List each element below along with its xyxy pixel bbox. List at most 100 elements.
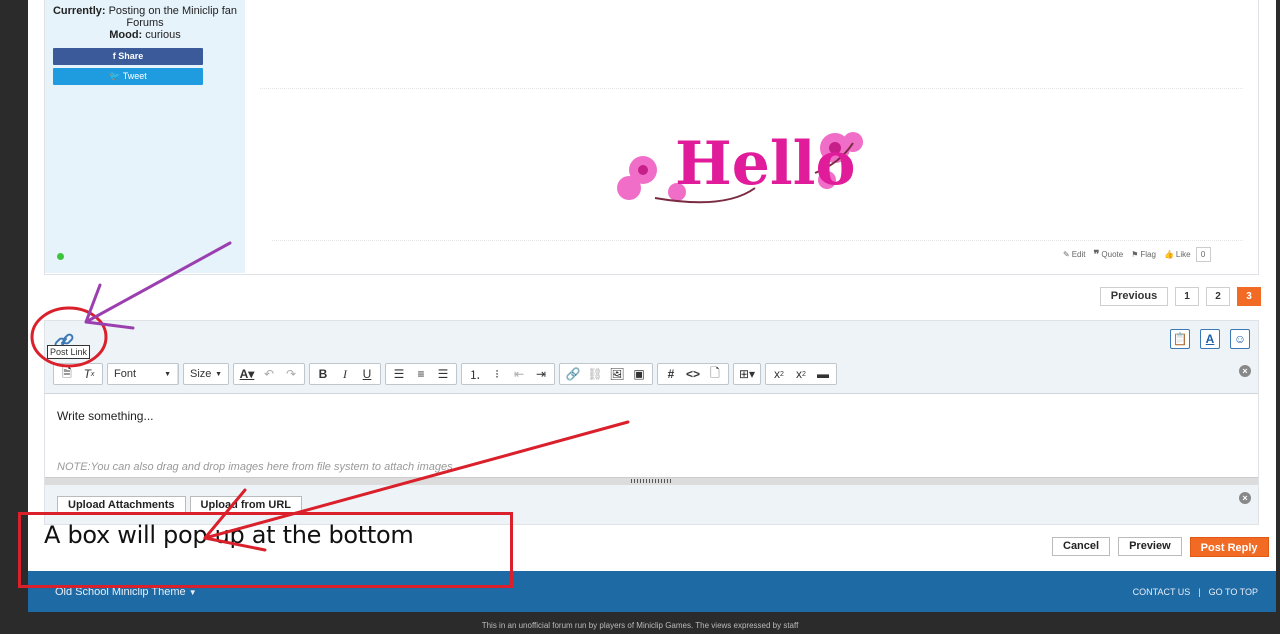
undo-icon[interactable]: ↶ bbox=[258, 364, 280, 384]
flag-action[interactable]: ⚑ Flag bbox=[1131, 250, 1156, 259]
footer-links: CONTACT US | GO TO TOP bbox=[1133, 587, 1258, 597]
user-info-panel: Currently: Posting on the Miniclip fan F… bbox=[45, 0, 245, 273]
toolbar-group-source: 🗎 Tx bbox=[53, 363, 103, 385]
bold-icon[interactable]: B bbox=[312, 364, 334, 384]
size-select[interactable]: Size ▼ bbox=[184, 364, 228, 384]
mood-value: curious bbox=[145, 29, 181, 41]
indent-icon[interactable]: ⇥ bbox=[530, 364, 552, 384]
toolbar-group-script: x2 x2 ▬ bbox=[765, 363, 837, 385]
hashtag-icon[interactable]: # bbox=[660, 364, 682, 384]
previous-page-button[interactable]: Previous bbox=[1100, 287, 1168, 306]
source-code-icon[interactable]: 🗎 bbox=[56, 364, 78, 384]
insert-link-icon[interactable]: 🔗 bbox=[562, 364, 584, 384]
tweet-label: Tweet bbox=[122, 71, 147, 81]
quote-label: Quote bbox=[1101, 250, 1124, 259]
post-actions: ✎ Edit ❞ Quote ⚑ Flag 👍 Like 0 bbox=[1063, 247, 1211, 262]
footer-separator: | bbox=[1198, 587, 1201, 597]
resize-grip-icon bbox=[631, 479, 671, 483]
font-select[interactable]: Font ▼ bbox=[108, 364, 178, 384]
unlink-icon[interactable]: ⛓ bbox=[584, 364, 606, 384]
font-style-icon[interactable]: A bbox=[1200, 329, 1220, 349]
toolbar-group-table: ⊞▾ bbox=[733, 363, 761, 385]
reply-textarea[interactable]: Write something... NOTE:You can also dra… bbox=[45, 393, 1258, 477]
align-left-icon[interactable]: ☰ bbox=[388, 364, 410, 384]
insert-image-icon[interactable]: 🖼 bbox=[606, 364, 628, 384]
facebook-share-button[interactable]: f Share bbox=[53, 48, 203, 65]
cancel-button[interactable]: Cancel bbox=[1052, 537, 1111, 556]
hello-image: Hello bbox=[617, 129, 863, 204]
toolbar-group-color-history: A▾ ↶ ↷ bbox=[233, 363, 305, 385]
quote-icon: ❞ bbox=[1093, 249, 1100, 261]
redo-icon[interactable]: ↷ bbox=[280, 364, 302, 384]
thumbs-up-icon: 👍 bbox=[1163, 250, 1174, 259]
twitter-icon: 🐦 bbox=[109, 71, 121, 81]
page-2-button[interactable]: 2 bbox=[1206, 287, 1230, 306]
pagination: Previous 1 2 3 bbox=[1100, 287, 1261, 306]
currently-value: Posting on the Miniclip fan Forums bbox=[108, 5, 238, 29]
drag-drop-note: NOTE:You can also drag and drop images h… bbox=[57, 461, 456, 473]
editor-toolbar: 🗎 Tx Font ▼ Size ▼ A▾ ↶ ↷ B I U ☰ ≡ ☰ ⒈ … bbox=[53, 363, 837, 385]
toolbar-group-lists: ⒈ ⁝ ⇤ ⇥ bbox=[461, 363, 555, 385]
page-1-button[interactable]: 1 bbox=[1175, 287, 1199, 306]
toolbar-group-text-style: B I U bbox=[309, 363, 381, 385]
outdent-icon[interactable]: ⇤ bbox=[508, 364, 530, 384]
user-currently: Currently: Posting on the Miniclip fan F… bbox=[45, 5, 245, 29]
flag-label: Flag bbox=[1140, 250, 1156, 259]
php-code-icon[interactable]: 🗋 bbox=[704, 364, 726, 384]
textarea-placeholder: Write something... bbox=[57, 409, 154, 423]
toolbar-group-size: Size ▼ bbox=[183, 363, 229, 385]
contact-us-link[interactable]: CONTACT US bbox=[1133, 587, 1191, 597]
underline-icon[interactable]: U bbox=[356, 364, 378, 384]
size-select-label: Size bbox=[190, 368, 212, 380]
dropdown-caret-icon: ▼ bbox=[188, 588, 197, 597]
post-divider-top bbox=[260, 88, 1243, 89]
toolbar-group-insert: 🔗 ⛓ 🖼 ▣ bbox=[559, 363, 653, 385]
quote-action[interactable]: ❞ Quote bbox=[1094, 248, 1124, 261]
subscript-icon[interactable]: x2 bbox=[768, 364, 790, 384]
bullet-list-icon[interactable]: ⁝ bbox=[486, 364, 508, 384]
align-center-icon[interactable]: ≡ bbox=[410, 364, 432, 384]
horizontal-rule-icon[interactable]: ▬ bbox=[812, 364, 834, 384]
right-background bbox=[1276, 0, 1280, 634]
table-icon[interactable]: ⊞▾ bbox=[736, 364, 758, 384]
superscript-icon[interactable]: x2 bbox=[790, 364, 812, 384]
toolbar-group-align: ☰ ≡ ☰ bbox=[385, 363, 457, 385]
ordered-list-icon[interactable]: ⒈ bbox=[464, 364, 486, 384]
post-reply-button[interactable]: Post Reply bbox=[1189, 537, 1269, 557]
toolbar-group-font: Font ▼ bbox=[107, 363, 179, 385]
align-right-icon[interactable]: ☰ bbox=[432, 364, 454, 384]
clear-format-icon[interactable]: Tx bbox=[78, 364, 100, 384]
tweet-button[interactable]: 🐦 Tweet bbox=[53, 68, 203, 85]
emoji-icon[interactable]: ☺ bbox=[1230, 329, 1250, 349]
annotation-text: A box will pop up at the bottom bbox=[44, 521, 414, 549]
toolbar-close-icon[interactable]: × bbox=[1239, 365, 1251, 377]
dropdown-caret-icon: ▼ bbox=[164, 370, 171, 378]
page-3-button[interactable]: 3 bbox=[1237, 287, 1261, 306]
dropdown-caret-icon: ▼ bbox=[215, 370, 222, 378]
insert-media-icon[interactable]: ▣ bbox=[628, 364, 650, 384]
attachments-close-icon[interactable]: × bbox=[1239, 492, 1251, 504]
like-action[interactable]: 👍 Like 0 bbox=[1164, 247, 1211, 262]
code-icon[interactable]: <> bbox=[682, 364, 704, 384]
flag-icon: ⚑ bbox=[1131, 250, 1139, 259]
edit-action[interactable]: ✎ Edit bbox=[1063, 250, 1086, 259]
reply-actions: Cancel Preview Post Reply bbox=[1052, 537, 1269, 557]
edit-label: Edit bbox=[1071, 250, 1086, 259]
font-select-label: Font bbox=[114, 368, 137, 380]
go-to-top-link[interactable]: GO TO TOP bbox=[1209, 587, 1258, 597]
mood-label: Mood: bbox=[109, 29, 143, 41]
pencil-icon: ✎ bbox=[1063, 250, 1070, 259]
editor-top-icons: 📋 A ☺ bbox=[1170, 329, 1250, 349]
editor-resize-handle[interactable] bbox=[45, 477, 1258, 485]
online-status-dot bbox=[57, 253, 64, 260]
footer-disclaimer: This in an unofficial forum run by playe… bbox=[481, 621, 799, 630]
forum-post: Currently: Posting on the Miniclip fan F… bbox=[44, 0, 1259, 275]
like-label: Like bbox=[1175, 250, 1191, 259]
like-count: 0 bbox=[1195, 247, 1211, 262]
clipboard-icon[interactable]: 📋 bbox=[1170, 329, 1190, 349]
preview-button[interactable]: Preview bbox=[1118, 537, 1182, 556]
italic-icon[interactable]: I bbox=[334, 364, 356, 384]
toolbar-group-code: # <> 🗋 bbox=[657, 363, 729, 385]
share-label: Share bbox=[118, 51, 144, 61]
text-color-icon[interactable]: A▾ bbox=[236, 364, 258, 384]
